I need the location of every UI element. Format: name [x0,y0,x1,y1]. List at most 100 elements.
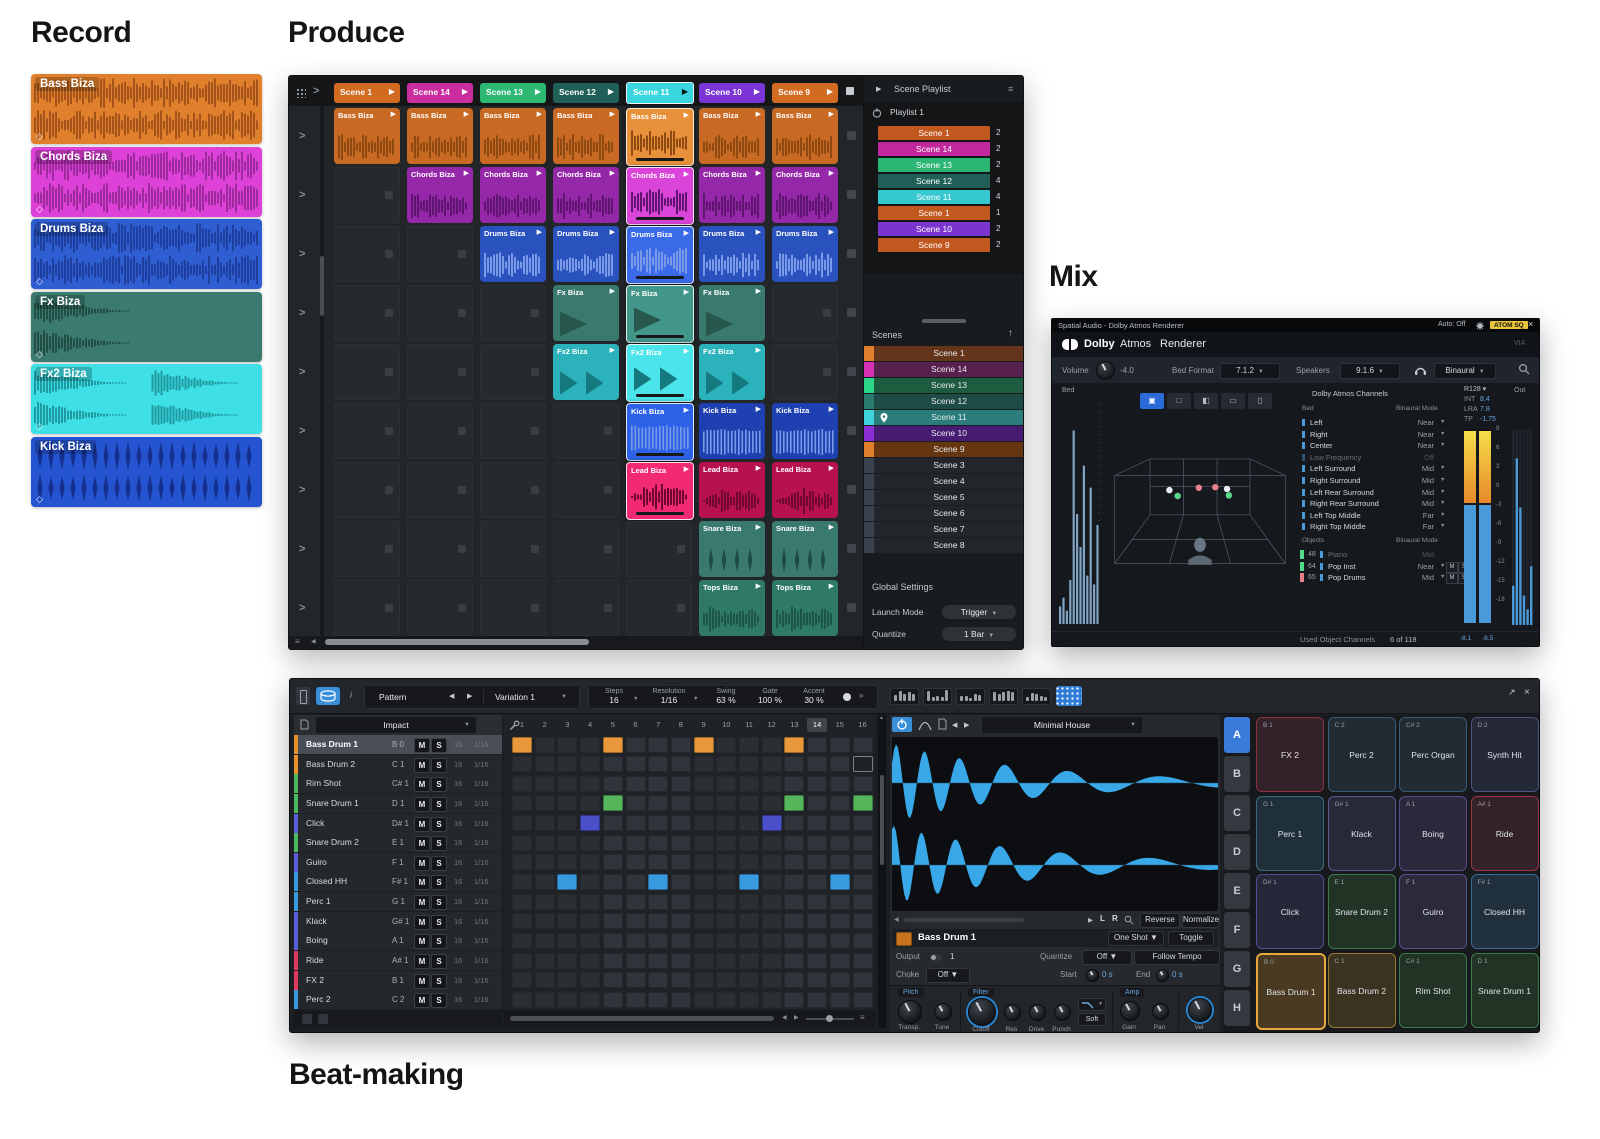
step-cell[interactable] [784,776,804,792]
playlist-play-icon[interactable]: ▶ [876,85,881,93]
step-cell[interactable] [512,894,532,910]
step-cell[interactable] [830,874,850,890]
step-cell[interactable] [603,953,623,969]
drum-pad[interactable]: B 0Bass Drum 1 [1256,953,1326,1030]
stop-all-icon[interactable] [846,87,854,95]
mode-caret-icon[interactable]: ▼ [1440,487,1445,498]
preset-select[interactable]: Minimal House ▼ [982,717,1142,733]
drum-pad[interactable]: G# 1Klack [1328,796,1396,871]
choke-select[interactable]: Off ▼ [926,968,970,983]
keyboard-view-button[interactable] [296,687,310,705]
step-cell[interactable] [557,815,577,831]
window-close-icon[interactable]: × [1524,687,1530,698]
step-cell[interactable] [648,894,668,910]
step-cell[interactable] [648,835,668,851]
track-solo-button[interactable]: S [431,738,447,753]
bank-button-h[interactable]: H [1224,990,1250,1026]
step-cell[interactable] [648,874,668,890]
step-cell[interactable] [580,835,600,851]
step-cell[interactable] [557,874,577,890]
pan-knob[interactable] [1152,1003,1169,1020]
step-cell[interactable] [626,854,646,870]
sample-color-swatch[interactable] [896,932,912,946]
clip-tile[interactable]: Kick Biza▶ [772,403,838,459]
step-cell[interactable] [603,972,623,988]
record-track[interactable]: Fx2 Biza◇ [31,364,262,434]
empty-clip-slot[interactable] [772,285,838,341]
mode-caret-icon[interactable]: ▼ [1440,429,1445,440]
step-cell[interactable] [580,913,600,929]
step-cell[interactable] [603,795,623,811]
scene-header-button[interactable]: Scene 9▶ [772,83,838,103]
bank-button-d[interactable]: D [1224,834,1250,870]
scene-list-item[interactable]: Scene 6 [864,506,1024,521]
object-row[interactable]: 64Pop InstNear▼MS [1300,561,1458,572]
file-icon[interactable] [300,719,309,730]
track-solo-button[interactable]: S [431,817,447,832]
clip-tile[interactable]: Drums Biza▶ [772,226,838,282]
clip-tile[interactable]: Bass Biza▶ [553,108,619,164]
end-knob[interactable] [1156,969,1169,982]
step-cell[interactable] [648,992,668,1008]
step-cell[interactable] [626,992,646,1008]
right-channel-button[interactable]: R [1112,914,1118,923]
row-launch-chevron[interactable]: > [299,602,305,614]
drum-pad[interactable]: F# 1Closed HH [1471,874,1539,949]
step-grid-mode-button[interactable] [1056,686,1082,706]
clip-tile[interactable]: Fx Biza▶ [553,285,619,341]
step-cell[interactable] [535,953,555,969]
record-track[interactable]: Bass Biza◇ [31,74,262,144]
clip-tile[interactable]: Bass Biza▶ [626,108,694,166]
step-cell[interactable] [762,992,782,1008]
step-cell[interactable] [807,737,827,753]
clip-tile[interactable]: Chords Biza▶ [772,167,838,223]
step-cell[interactable] [739,835,759,851]
expand-icon[interactable]: ↗ [1508,687,1516,698]
step-cell[interactable] [830,815,850,831]
step-cell[interactable] [807,815,827,831]
step-cell[interactable] [535,835,555,851]
step-cell[interactable] [807,953,827,969]
track-row[interactable]: Perc 1G 1MS161/16 [294,892,502,912]
step-cell[interactable] [784,992,804,1008]
step-cell[interactable] [694,913,714,929]
step-cell[interactable] [830,913,850,929]
track-solo-button[interactable]: S [431,777,447,792]
empty-clip-slot[interactable] [407,580,473,636]
sample-power-button[interactable] [892,717,912,732]
track-row[interactable]: ClickD# 1MS161/16 [294,814,502,834]
empty-clip-slot[interactable] [772,344,838,400]
step-cell[interactable] [853,933,873,949]
punch-knob[interactable] [1054,1004,1071,1021]
step-cell[interactable] [512,776,532,792]
step-cell[interactable] [535,815,555,831]
view-mode-button[interactable]: □ [1167,393,1191,409]
step-cell[interactable] [512,953,532,969]
bed-channel-row[interactable]: Low FrequencyOff [1300,452,1458,463]
playlist-name[interactable]: Playlist 1 [890,107,924,117]
row-launch-chevron[interactable]: > [299,189,305,201]
wave-zoom-icon[interactable] [1124,915,1134,925]
step-cell[interactable] [716,894,736,910]
step-cell[interactable] [580,776,600,792]
step-cell[interactable] [603,737,623,753]
track-row[interactable]: BoingA 1MS161/16 [294,931,502,951]
track-row[interactable]: RideA# 1MS161/16 [294,951,502,971]
mode-caret-icon[interactable]: ▼ [1440,463,1445,474]
step-cell[interactable] [807,972,827,988]
variation-select[interactable]: Variation 1 [495,692,535,702]
clip-tile[interactable]: Bass Biza▶ [480,108,546,164]
step-cell[interactable] [739,795,759,811]
filter-type-select[interactable]: ▼ [1078,998,1106,1011]
clip-tile[interactable]: Snare Biza▶ [772,521,838,577]
scene-list-item[interactable]: Scene 3 [864,458,1024,473]
step-cell[interactable] [512,737,532,753]
step-cell[interactable] [580,737,600,753]
clip-tile[interactable]: Bass Biza▶ [334,108,400,164]
empty-clip-slot[interactable] [334,521,400,577]
one-shot-select[interactable]: One Shot ▼ [1108,931,1164,946]
empty-clip-slot[interactable] [407,462,473,518]
tune-knob[interactable] [934,1003,952,1021]
step-cell[interactable] [762,776,782,792]
step-cell[interactable] [739,737,759,753]
